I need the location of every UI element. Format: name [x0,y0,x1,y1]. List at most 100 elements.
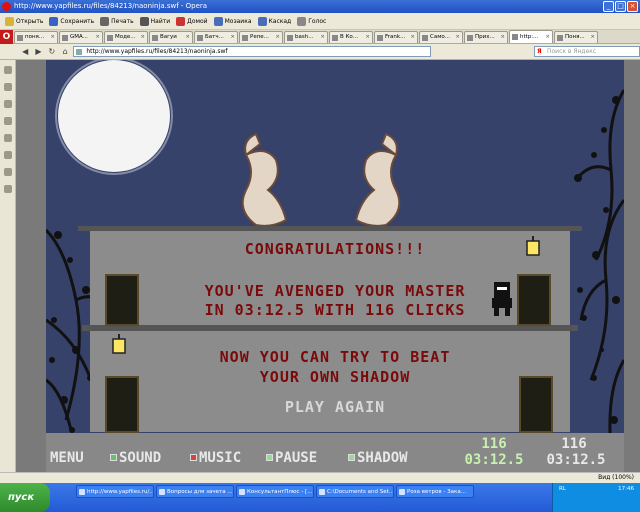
close-tab-icon[interactable]: × [500,32,505,43]
hud-music-toggle[interactable]: MUSIC [190,450,241,466]
browser-tab[interactable]: В Ко... × [329,31,373,43]
browser-tab[interactable]: Репе... × [239,31,283,43]
toolbar-tile-button[interactable]: Мозаика [211,14,255,29]
favicon-icon [422,34,428,41]
favicon-icon [287,34,293,41]
play-again-button[interactable]: PLAY AGAIN [46,398,624,416]
toolbar-label: Открыть [16,17,44,25]
start-button[interactable]: пуск [0,483,50,512]
flash-game[interactable]: CONGRATULATIONS!!! YOU'VE AVENGED YOUR M… [46,60,624,472]
taskbar-item[interactable]: Роза ветров - Зака... [396,485,474,498]
close-button[interactable]: × [627,1,638,12]
page-content: CONGRATULATIONS!!! YOU'VE AVENGED YOUR M… [16,60,640,472]
close-tab-icon[interactable]: × [230,32,235,43]
language-indicator[interactable]: RL [559,486,566,492]
toolbar-label: Голос [308,17,327,25]
toolbar-home-button[interactable]: Домой [173,14,210,29]
info-icon[interactable] [4,168,12,176]
downloads-icon[interactable] [4,117,12,125]
side-panel [0,60,16,472]
tab-label: Репе... [250,34,269,40]
tab-label: Прих... [475,34,495,40]
tile-icon [213,16,223,26]
toolbar-cascade-button[interactable]: Каскад [255,14,295,29]
close-tab-icon[interactable]: × [545,32,550,43]
reload-icon[interactable]: ↻ [47,46,57,57]
taskbar-item[interactable]: http://www.yapfiles.ru/... [76,485,154,498]
close-tab-icon[interactable]: × [590,32,595,43]
hud-menu-button[interactable]: MENU [50,450,84,466]
opera-menu-button[interactable]: O [0,30,13,44]
avenged-line-1: YOU'VE AVENGED YOUR MASTER [204,282,466,300]
favicon-icon [467,34,473,41]
voice-icon [297,16,307,26]
maximize-button[interactable]: □ [615,1,626,12]
shadow-label: SHADOW [357,450,408,466]
tab-label: поня... [25,34,45,40]
browser-tab[interactable]: Вагуи × [149,31,193,43]
cascade-icon [257,16,267,26]
close-tab-icon[interactable]: × [185,32,190,43]
favicon-icon [17,34,23,41]
toolbar-folder-button[interactable]: Открыть [2,14,46,29]
toolbar-print-button[interactable]: Печать [97,14,136,29]
search-field[interactable]: Поиск в Яндекс [533,46,640,57]
add-panel-icon[interactable] [4,185,12,193]
tab-label: Вагуи [160,34,177,40]
browser-tab[interactable]: Frank... × [374,31,418,43]
widgets-icon[interactable] [4,83,12,91]
sound-indicator [110,454,117,461]
tab-label: GMA... [70,34,88,40]
url-field[interactable]: http://www.yapfiles.ru/files/84213/naoni… [73,46,431,57]
hud-pause-toggle[interactable]: PAUSE [266,450,317,466]
toolbar-search-button[interactable]: Найти [137,14,173,29]
favicon-icon [62,34,68,41]
history-icon[interactable] [4,134,12,142]
minimize-button[interactable]: _ [603,1,614,12]
browser-tab[interactable]: Батч... × [194,31,238,43]
hud-shadow-toggle[interactable]: SHADOW [348,450,408,466]
toolbar-save-button[interactable]: Сохранить [46,14,97,29]
home-icon[interactable]: ⌂ [60,46,70,57]
browser-tab[interactable]: поня... × [14,31,58,43]
sound-label: SOUND [119,450,162,466]
bookmarks-icon[interactable] [4,66,12,74]
favicon-icon [557,34,563,41]
close-tab-icon[interactable]: × [50,32,55,43]
browser-tab[interactable]: Моде... × [104,31,148,43]
forward-icon[interactable]: ▶ [33,46,43,57]
toolbar-label: Каскад [268,17,292,25]
close-tab-icon[interactable]: × [410,32,415,43]
taskbar-item[interactable]: C:\Documents and Set... [316,485,394,498]
tab-label: bash... [295,34,314,40]
favicon-icon [242,34,248,41]
links-icon[interactable] [4,151,12,159]
browser-tab[interactable]: bash... × [284,31,328,43]
hud-sound-toggle[interactable]: SOUND [110,450,161,466]
taskbar-item[interactable]: КонсультантПлюс - [... [236,485,314,498]
close-tab-icon[interactable]: × [365,32,370,43]
close-tab-icon[interactable]: × [95,32,100,43]
congrats-text: CONGRATULATIONS!!! [244,240,426,258]
browser-tab[interactable]: Поня... × [554,31,598,43]
taskbar-item[interactable]: Вопросы для зачета ... [156,485,234,498]
browser-tab[interactable]: Само... × [419,31,463,43]
browser-tab[interactable]: http:... × [509,30,553,43]
zoom-level[interactable]: Вид (100%) [598,473,634,483]
save-icon [49,16,59,26]
browser-tab[interactable]: GMA... × [59,31,103,43]
home-icon [176,16,186,26]
close-tab-icon[interactable]: × [455,32,460,43]
toolbar-label: Домой [187,17,208,25]
close-tab-icon[interactable]: × [275,32,280,43]
close-tab-icon[interactable]: × [320,32,325,43]
close-tab-icon[interactable]: × [140,32,145,43]
notes-icon[interactable] [4,100,12,108]
moon [58,60,170,172]
toolbar-label: Найти [150,17,171,25]
tab-label: Батч... [205,34,224,40]
beat-line-1: NOW YOU CAN TRY TO BEAT [219,348,451,366]
toolbar-voice-button[interactable]: Голос [294,14,329,29]
browser-tab[interactable]: Прих... × [464,31,508,43]
back-icon[interactable]: ◀ [20,46,30,57]
